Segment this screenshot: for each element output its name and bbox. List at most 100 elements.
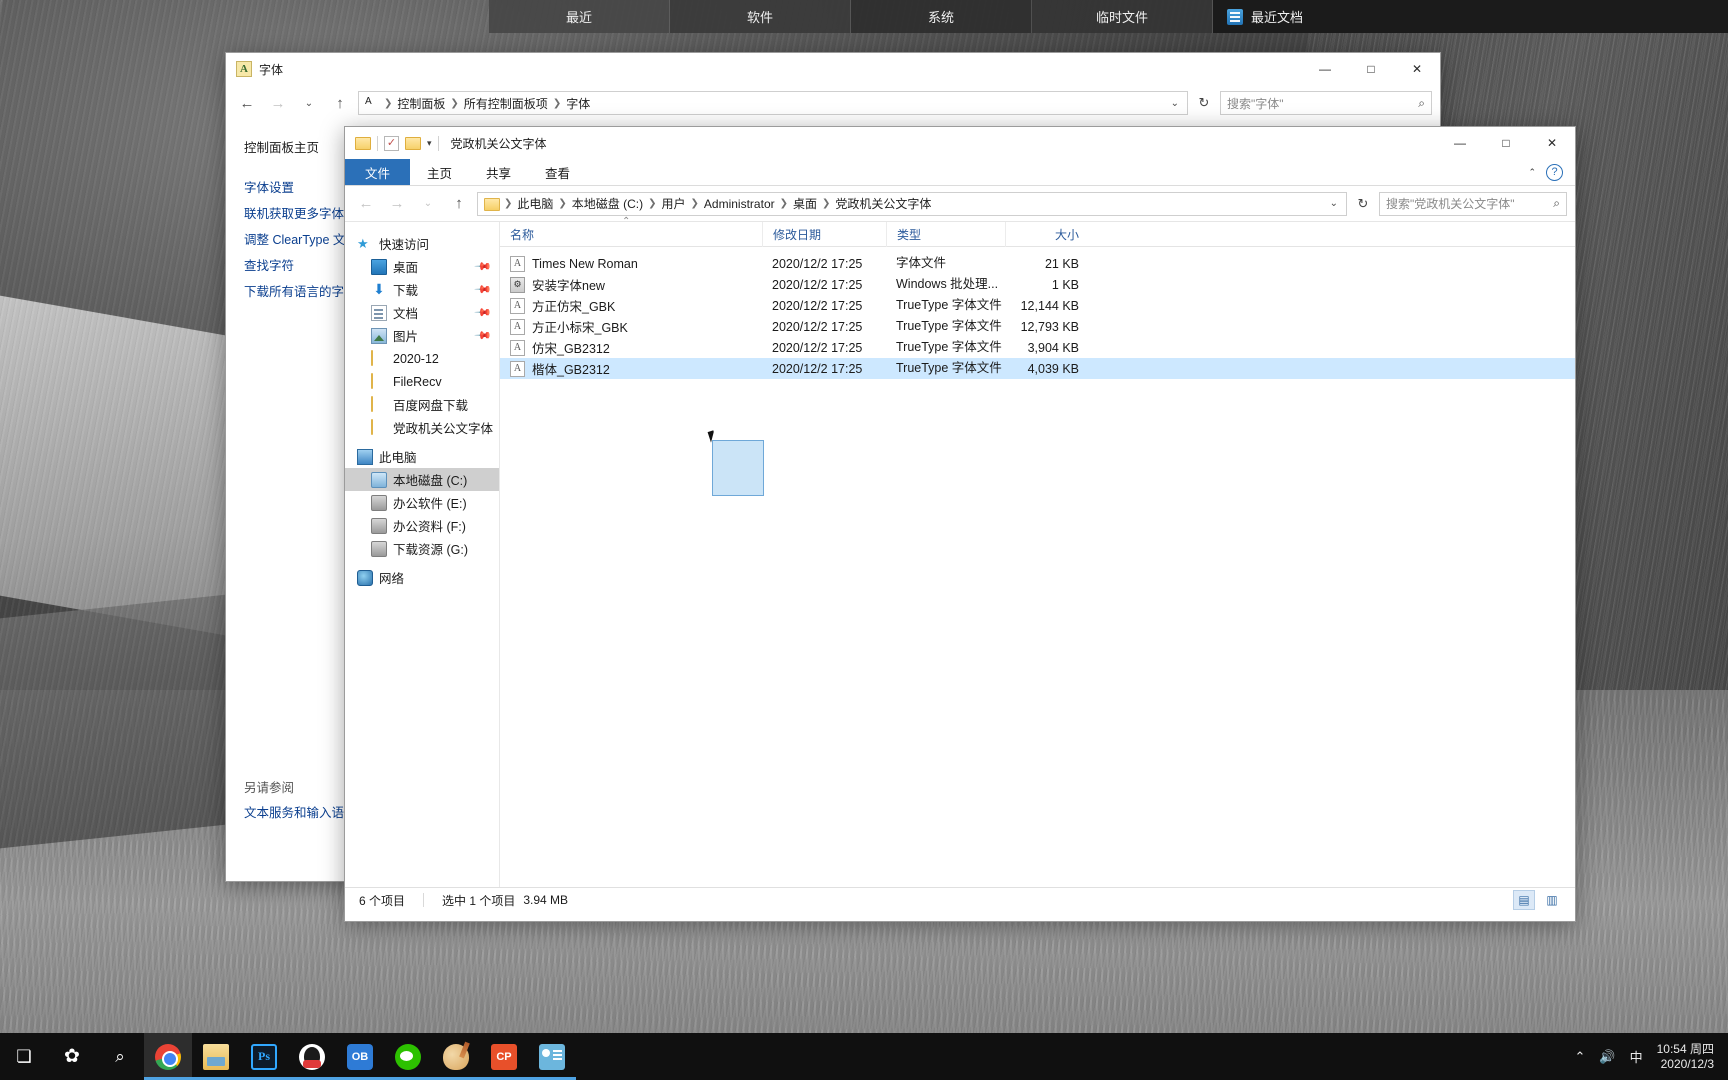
explorer-navigation-pane[interactable]: ★ 快速访问 桌面 📌 ⬇ 下载 📌 文档 📌 图片 📌 2020-12 Fil…: [345, 222, 500, 887]
topbar-tab-temp-files[interactable]: 临时文件: [1032, 0, 1213, 33]
paint-button[interactable]: [432, 1033, 480, 1080]
forward-button[interactable]: →: [265, 90, 291, 116]
large-icons-view-button[interactable]: ▥: [1541, 890, 1563, 910]
chevron-up-icon[interactable]: ⌃: [1575, 1049, 1586, 1065]
control-panel-search-input[interactable]: 搜索"字体" ⌕: [1220, 91, 1432, 115]
breadcrumb-item-folder[interactable]: 党政机关公文字体: [835, 195, 931, 212]
breadcrumb-item-fonts[interactable]: 字体: [566, 95, 590, 112]
taskbar-clock[interactable]: 10:54 周四 2020/12/3: [1657, 1042, 1714, 1072]
sidebar-item-drive-f[interactable]: 办公资料 (F:): [345, 514, 499, 537]
control-panel-address-bar[interactable]: A ❯ 控制面板 ❯ 所有控制面板项 ❯ 字体 ⌄: [358, 91, 1188, 115]
sidebar-item-drive-g[interactable]: 下载资源 (G:): [345, 537, 499, 560]
sidebar-item-drive-e[interactable]: 办公软件 (E:): [345, 491, 499, 514]
tab-file[interactable]: 文件: [345, 159, 411, 185]
explorer-search-input[interactable]: 搜索"党政机关公文字体" ⌕: [1379, 191, 1567, 216]
sidebar-item-documents[interactable]: 文档 📌: [345, 301, 499, 324]
table-row[interactable]: ⚙ 安装字体new 2020/12/2 17:25 Windows 批处理...…: [500, 274, 1575, 295]
explorer-titlebar[interactable]: ✓ ▾ 党政机关公文字体 — □ ✕: [345, 127, 1575, 159]
close-button[interactable]: ✕: [1529, 127, 1575, 159]
tab-share[interactable]: 共享: [469, 159, 528, 185]
back-button[interactable]: ←: [234, 90, 260, 116]
explorer-file-list[interactable]: ⌃ 名称 修改日期 类型 大小 A Times New Roman 2020/1…: [500, 216, 1575, 887]
minimize-button[interactable]: —: [1302, 53, 1348, 85]
sidebar-item-desktop[interactable]: 桌面 📌: [345, 255, 499, 278]
file-explorer-button[interactable]: [192, 1033, 240, 1080]
topbar-tab-software[interactable]: 软件: [670, 0, 851, 33]
minimize-button[interactable]: —: [1437, 127, 1483, 159]
task-view-button[interactable]: ❏: [0, 1033, 48, 1080]
volume-icon[interactable]: 🔊: [1599, 1049, 1615, 1065]
table-row[interactable]: A 楷体_GB2312 2020/12/2 17:25 TrueType 字体文…: [500, 358, 1575, 379]
sidebar-item-filerecv[interactable]: FileRecv: [345, 370, 499, 393]
breadcrumb-separator: ❯: [450, 97, 459, 109]
back-button[interactable]: ←: [353, 191, 379, 217]
breadcrumb-item-control-panel[interactable]: 控制面板: [397, 95, 445, 112]
pin-icon[interactable]: 📌: [474, 303, 493, 322]
properties-icon[interactable]: ✓: [384, 135, 399, 151]
file-explorer-window[interactable]: ✓ ▾ 党政机关公文字体 — □ ✕ 文件 主页 共享 查看 ⌃ ? ← → ⌄…: [344, 126, 1576, 922]
explorer-address-bar[interactable]: ❯ 此电脑 ❯ 本地磁盘 (C:) ❯ 用户 ❯ Administrator ❯…: [477, 191, 1347, 216]
pin-icon[interactable]: 📌: [474, 326, 493, 345]
sidebar-item-network[interactable]: 网络: [345, 566, 499, 589]
column-header-name[interactable]: ⌃ 名称: [500, 216, 762, 247]
pin-icon[interactable]: 📌: [474, 280, 493, 299]
breadcrumb-item-users[interactable]: 用户: [662, 195, 686, 212]
forward-button[interactable]: →: [384, 191, 410, 217]
table-row[interactable]: A 仿宋_GB2312 2020/12/2 17:25 TrueType 字体文…: [500, 337, 1575, 358]
sidebar-item-local-disk-c[interactable]: 本地磁盘 (C:): [345, 468, 499, 491]
address-dropdown-icon[interactable]: ⌄: [1167, 98, 1183, 109]
wechat-button[interactable]: [384, 1033, 432, 1080]
qq-button[interactable]: [288, 1033, 336, 1080]
pinwheel-button[interactable]: ✿: [48, 1033, 96, 1080]
breadcrumb-item-this-pc[interactable]: 此电脑: [517, 195, 553, 212]
cp-button[interactable]: CP: [480, 1033, 528, 1080]
topbar-tab-system[interactable]: 系统: [851, 0, 1032, 33]
control-panel-titlebar[interactable]: A 字体 — □ ✕: [226, 53, 1440, 85]
address-dropdown-icon[interactable]: ⌄: [1326, 198, 1342, 209]
chrome-button[interactable]: [144, 1033, 192, 1080]
topbar-recent-docs[interactable]: 最近文档: [1213, 0, 1728, 33]
breadcrumb-item-all-items[interactable]: 所有控制面板项: [464, 95, 548, 112]
photoshop-button[interactable]: Ps: [240, 1033, 288, 1080]
sidebar-item-pictures[interactable]: 图片 📌: [345, 324, 499, 347]
column-header-date[interactable]: 修改日期: [762, 221, 886, 247]
search-button[interactable]: ⌕: [96, 1033, 144, 1080]
new-folder-icon[interactable]: [405, 136, 421, 150]
sidebar-item-gov-fonts[interactable]: 党政机关公文字体: [345, 416, 499, 439]
card-app-button[interactable]: [528, 1033, 576, 1080]
tab-home[interactable]: 主页: [410, 159, 469, 185]
column-header-size[interactable]: 大小: [1005, 221, 1089, 247]
recent-locations-button[interactable]: ⌄: [296, 90, 322, 116]
table-row[interactable]: A Times New Roman 2020/12/2 17:25 字体文件 2…: [500, 253, 1575, 274]
tab-view[interactable]: 查看: [528, 159, 587, 185]
topbar-tab-recent[interactable]: 最近: [489, 0, 670, 33]
sidebar-item-downloads[interactable]: ⬇ 下载 📌: [345, 278, 499, 301]
sidebar-item-2020-12[interactable]: 2020-12: [345, 347, 499, 370]
up-button[interactable]: ↑: [327, 90, 353, 116]
up-button[interactable]: ↑: [446, 191, 472, 217]
table-row[interactable]: A 方正小标宋_GBK 2020/12/2 17:25 TrueType 字体文…: [500, 316, 1575, 337]
ime-indicator[interactable]: 中: [1630, 1047, 1643, 1066]
pin-icon[interactable]: 📌: [474, 257, 493, 276]
maximize-button[interactable]: □: [1348, 53, 1394, 85]
ob-button[interactable]: OB: [336, 1033, 384, 1080]
topbar-right-label: 最近文档: [1251, 10, 1304, 25]
maximize-button[interactable]: □: [1483, 127, 1529, 159]
breadcrumb-item-administrator[interactable]: Administrator: [704, 197, 775, 211]
nav-label: 2020-12: [393, 351, 439, 366]
refresh-button[interactable]: ↻: [1193, 91, 1215, 115]
breadcrumb-item-desktop[interactable]: 桌面: [793, 195, 817, 212]
breadcrumb-item-local-disk[interactable]: 本地磁盘 (C:): [572, 195, 643, 212]
help-icon[interactable]: ?: [1546, 163, 1563, 181]
chevron-up-icon[interactable]: ⌃: [1528, 167, 1536, 178]
sidebar-item-quick-access[interactable]: ★ 快速访问: [345, 232, 499, 255]
sidebar-item-baidu-netdisk[interactable]: 百度网盘下载: [345, 393, 499, 416]
recent-locations-button[interactable]: ⌄: [415, 191, 441, 217]
chevron-down-icon[interactable]: ▾: [427, 138, 432, 149]
sidebar-item-this-pc[interactable]: 此电脑: [345, 445, 499, 468]
table-row[interactable]: A 方正仿宋_GBK 2020/12/2 17:25 TrueType 字体文件…: [500, 295, 1575, 316]
refresh-button[interactable]: ↻: [1352, 192, 1374, 216]
details-view-button[interactable]: ▤: [1513, 890, 1535, 910]
close-button[interactable]: ✕: [1394, 53, 1440, 85]
column-header-type[interactable]: 类型: [886, 221, 1005, 247]
